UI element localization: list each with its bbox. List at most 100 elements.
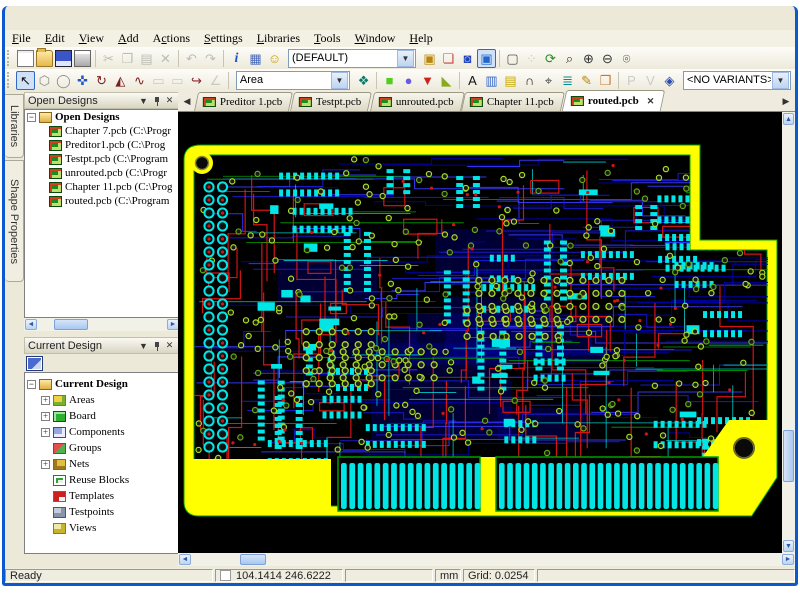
menu-item[interactable]: Tools [307, 30, 348, 47]
toolbar-button[interactable]: ⟳ [541, 49, 560, 68]
toolbar-button[interactable]: ↻ [92, 71, 111, 90]
current-design-header[interactable]: Current Design ▼ ✕ [24, 337, 180, 354]
toolbar-button[interactable]: ❐ [118, 49, 137, 68]
collapse-icon[interactable]: − [27, 112, 36, 122]
area-combo[interactable]: Area ▼ [235, 70, 351, 90]
toolbar-button[interactable]: ↶ [182, 49, 201, 68]
toolbar-button[interactable] [54, 49, 73, 68]
document-tab[interactable]: Chapter 11.pcb [461, 92, 566, 111]
canvas-hscrollbar[interactable]: ◄ ► [178, 553, 795, 566]
toolbar-button[interactable]: ▥ [482, 71, 501, 90]
scrollbar-thumb[interactable] [783, 430, 794, 482]
toolbar-grip[interactable] [7, 72, 12, 88]
toolbar-button[interactable]: ◭ [111, 71, 130, 90]
toolbar-button[interactable]: ↖ [15, 70, 35, 90]
side-tab-shape-properties[interactable]: Shape Properties [5, 160, 24, 282]
toolbar-button[interactable]: ✂ [99, 49, 118, 68]
toolbar-button[interactable]: ◙ [458, 49, 477, 68]
combo-arrow-icon[interactable]: ▼ [397, 49, 414, 67]
toolbar-button[interactable]: ▣ [477, 48, 496, 68]
scrollbar-thumb[interactable] [240, 554, 266, 565]
design-category-item[interactable]: + Testpoints [25, 504, 179, 520]
menu-item[interactable]: View [72, 30, 111, 47]
panel-close-icon[interactable]: ✕ [163, 340, 176, 351]
canvas-vscrollbar[interactable]: ▲ ▼ [782, 112, 795, 553]
document-tab[interactable]: Preditor 1.pcb [193, 92, 294, 111]
design-category-item[interactable]: + Areas [25, 392, 179, 408]
toolbar-button[interactable]: ▤ [137, 49, 156, 68]
expand-icon[interactable]: + [41, 395, 50, 405]
open-designs-hscrollbar[interactable]: ◄ ► [24, 318, 180, 331]
toolbar-button[interactable]: ▢ [503, 49, 522, 68]
tab-close-icon[interactable]: ✕ [647, 96, 655, 107]
toolbar-grip[interactable] [7, 50, 12, 66]
shape-tool-button[interactable]: ▼ [418, 71, 437, 90]
open-design-item[interactable]: Preditor1.pcb (C:\Prog [25, 138, 179, 152]
toolbar-button[interactable] [35, 47, 54, 68]
expand-icon[interactable]: + [41, 459, 50, 469]
toolbar-button[interactable]: ⌕ [560, 49, 579, 68]
tree-root-row[interactable]: − Open Designs [25, 110, 179, 124]
tab-scroll-right-icon[interactable]: ▶ [779, 93, 793, 109]
menu-item[interactable]: File [5, 30, 38, 47]
toolbar-button[interactable]: ✕ [156, 49, 175, 68]
toolbar-button[interactable]: ❖ [354, 71, 373, 90]
toolbar-button[interactable]: ∩ [520, 71, 539, 90]
variants-combo[interactable]: <NO VARIANTS> ▼ [683, 70, 792, 90]
design-category-item[interactable]: + Reuse Blocks [25, 472, 179, 488]
panel-close-icon[interactable]: ✕ [163, 95, 176, 106]
toolbar-button[interactable]: ⁘ [522, 49, 541, 68]
menu-item[interactable]: Edit [38, 30, 72, 47]
panel-menu-icon[interactable]: ▼ [137, 96, 150, 106]
toolbar-button[interactable]: ❒ [596, 71, 615, 90]
open-design-item[interactable]: Chapter 7.pcb (C:\Progr [25, 124, 179, 138]
open-design-item[interactable]: Chapter 11.pcb (C:\Prog [25, 180, 179, 194]
menu-item[interactable]: Libraries [250, 30, 307, 47]
pcb-design-canvas[interactable] [178, 112, 782, 553]
tree-root-row[interactable]: − Current Design [25, 376, 179, 392]
toolbar-button[interactable]: i [227, 49, 246, 68]
menu-item[interactable]: Settings [197, 30, 250, 47]
toolbar-button[interactable]: ✜ [73, 71, 92, 90]
design-category-item[interactable]: + Board [25, 408, 179, 424]
toolbar-button[interactable]: P [622, 71, 641, 90]
menu-item[interactable]: Window [348, 30, 403, 47]
toolbar-button[interactable]: ↷ [201, 49, 220, 68]
design-view-icon[interactable] [26, 355, 43, 371]
toolbar-button[interactable]: ⌾ [617, 49, 636, 68]
toolbar-button[interactable]: ∿ [130, 71, 149, 90]
expand-icon[interactable]: + [41, 411, 50, 421]
panel-pin-icon[interactable] [150, 340, 163, 352]
shape-tool-button[interactable]: ■ [380, 71, 399, 90]
open-design-item[interactable]: unrouted.pcb (C:\Progr [25, 166, 179, 180]
open-designs-header[interactable]: Open Designs ▼ ✕ [24, 92, 180, 109]
design-category-item[interactable]: + Groups [25, 440, 179, 456]
units-indicator[interactable]: mm [435, 569, 461, 582]
combo-arrow-icon[interactable]: ▼ [331, 71, 349, 89]
side-tab-libraries[interactable]: Libraries [5, 94, 24, 158]
toolbar-button[interactable]: ☺ [265, 49, 284, 68]
expand-icon[interactable]: + [41, 427, 50, 437]
collapse-icon[interactable]: − [27, 379, 36, 389]
shape-tool-button[interactable]: ● [399, 71, 418, 90]
toolbar-button[interactable]: ❏ [439, 49, 458, 68]
toolbar-button[interactable]: A [463, 71, 482, 90]
toolbar-button[interactable]: ◯ [54, 71, 73, 90]
toolbar-button[interactable] [16, 49, 35, 68]
toolbar-button[interactable]: ▣ [420, 49, 439, 68]
toolbar-button[interactable]: ⊖ [598, 49, 617, 68]
toolbar-button[interactable]: ≣ [558, 71, 577, 90]
toolbar-button[interactable]: ◈ [660, 71, 679, 90]
design-category-item[interactable]: + Nets [25, 456, 179, 472]
menu-item[interactable]: Actions [146, 30, 197, 47]
combo-arrow-icon[interactable]: ▼ [772, 71, 790, 89]
toolbar-button[interactable]: ⬡ [35, 71, 54, 90]
toolbar-button[interactable]: ▭ [149, 71, 168, 90]
toolbar-button[interactable]: ⊕ [579, 49, 598, 68]
toolbar-button[interactable]: ▦ [246, 49, 265, 68]
menu-item[interactable]: Help [402, 30, 439, 47]
menu-item[interactable]: Add [111, 30, 146, 47]
panel-menu-icon[interactable]: ▼ [137, 341, 150, 351]
open-design-item[interactable]: routed.pcb (C:\Program [25, 194, 179, 208]
open-design-item[interactable]: Testpt.pcb (C:\Program [25, 152, 179, 166]
